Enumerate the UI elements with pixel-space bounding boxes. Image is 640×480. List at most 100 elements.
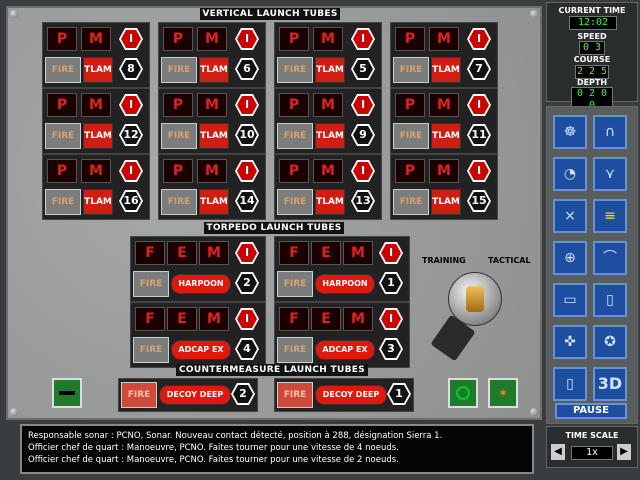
i-indicator: I <box>351 94 375 116</box>
course-label: COURSE <box>573 55 611 64</box>
door-button[interactable]: ▯ <box>553 367 587 401</box>
time-scale-increase-button[interactable]: ▶ <box>617 444 631 460</box>
headphones-icon: ∩ <box>604 124 616 140</box>
vls-tube: P M I FIRE TLAM 13 <box>274 154 382 220</box>
helm-button[interactable]: ☸ <box>553 115 587 149</box>
fire-button[interactable]: FIRE <box>277 382 313 408</box>
message-log: Responsable sonar : PCNO, Sonar. Nouveau… <box>20 424 534 474</box>
i-label: I <box>469 162 489 180</box>
weapon-button[interactable]: HARPOON <box>171 274 231 294</box>
weapon-button[interactable]: ADCAP EX <box>315 340 375 360</box>
star-icon: ✪ <box>604 334 616 350</box>
chart-book-button[interactable]: ▯ <box>593 283 627 317</box>
speed-display: 0 3 <box>579 41 605 55</box>
status-sidebar: CURRENT TIME 12:02 SPEED 0 3 COURSE 2 2 … <box>546 2 638 478</box>
fire-button[interactable]: FIRE <box>277 57 313 83</box>
fire-button[interactable]: FIRE <box>277 337 313 363</box>
fire-button[interactable]: FIRE <box>133 271 169 297</box>
station-buttons: ☸ ∩ ◔ ⋎ ⨯ ≡ ⊕ ⌒ ▭ ▯ ✜ ✪ ▯ 3D PAUSE <box>546 106 638 424</box>
m-indicator: M <box>313 27 343 51</box>
weapon-button[interactable]: HARPOON <box>315 274 375 294</box>
fire-button[interactable]: FIRE <box>45 123 81 149</box>
weapon-button[interactable]: TLAM <box>83 57 113 83</box>
i-label: I <box>353 30 373 48</box>
launch-countermeasure-button[interactable]: ✶ <box>488 378 518 408</box>
weapon-button[interactable]: TLAM <box>83 123 113 149</box>
i-indicator: I <box>351 28 375 50</box>
vls-tube: P M I FIRE TLAM 6 <box>158 22 266 88</box>
vls-tube: P M I FIRE TLAM 16 <box>42 154 150 220</box>
minus-button[interactable] <box>52 378 82 408</box>
gauge-button[interactable]: ◔ <box>553 157 587 191</box>
fire-button[interactable]: FIRE <box>393 57 429 83</box>
book-button[interactable]: ▭ <box>553 283 587 317</box>
status-box: CURRENT TIME 12:02 SPEED 0 3 COURSE 2 2 … <box>546 2 638 113</box>
weapon-button[interactable]: TLAM <box>315 189 345 215</box>
pause-button[interactable]: PAUSE <box>555 403 627 419</box>
weapon-button[interactable]: TLAM <box>83 189 113 215</box>
sonar-waterfall-button[interactable]: ⋎ <box>593 157 627 191</box>
vls-tube: P M I FIRE TLAM 14 <box>158 154 266 220</box>
weapon-button[interactable]: TLAM <box>431 57 461 83</box>
fire-button[interactable]: FIRE <box>45 57 81 83</box>
fire-button[interactable]: FIRE <box>161 189 197 215</box>
crosshair-button[interactable]: ⊕ <box>553 241 587 275</box>
fire-button[interactable]: FIRE <box>45 189 81 215</box>
i-indicator: I <box>351 160 375 182</box>
fire-button[interactable]: FIRE <box>277 271 313 297</box>
tube-number-label: 14 <box>237 192 257 210</box>
compass-button[interactable]: ✜ <box>553 325 587 359</box>
tube-number-label: 11 <box>469 126 489 144</box>
fire-button[interactable]: FIRE <box>161 57 197 83</box>
fire-button[interactable]: FIRE <box>277 123 313 149</box>
weapon-button[interactable]: ADCAP EX <box>171 340 231 360</box>
i-indicator: I <box>235 28 259 50</box>
weapon-button[interactable]: TLAM <box>431 189 461 215</box>
weapon-button[interactable]: TLAM <box>199 189 229 215</box>
tube-number: 13 <box>351 190 375 212</box>
weapon-button[interactable]: TLAM <box>431 123 461 149</box>
tube-number-label: 2 <box>233 385 253 403</box>
torpedo-tube: F E M I FIRE ADCAP EX 4 <box>130 302 266 368</box>
list-button[interactable]: ≡ <box>593 199 627 233</box>
knob-handle <box>466 286 484 312</box>
tube-number: 8 <box>119 58 143 80</box>
target-select-button[interactable] <box>448 378 478 408</box>
fire-button[interactable]: FIRE <box>133 337 169 363</box>
i-label: I <box>353 96 373 114</box>
weapon-button[interactable]: TLAM <box>315 57 345 83</box>
f-indicator: F <box>279 307 309 331</box>
fire-button[interactable]: FIRE <box>161 123 197 149</box>
star-button[interactable]: ✪ <box>593 325 627 359</box>
weapon-button[interactable]: TLAM <box>199 57 229 83</box>
m-indicator: M <box>429 27 459 51</box>
fire-button[interactable]: FIRE <box>393 123 429 149</box>
headphones-button[interactable]: ∩ <box>593 115 627 149</box>
fire-button[interactable]: FIRE <box>277 189 313 215</box>
tube-number-label: 9 <box>353 126 373 144</box>
speed-label: SPEED <box>577 32 607 41</box>
vls-tube: P M I FIRE TLAM 11 <box>390 88 498 154</box>
arc-button[interactable]: ⌒ <box>593 241 627 275</box>
decoy-button[interactable]: DECOY DEEP <box>159 385 231 405</box>
fire-button[interactable]: FIRE <box>393 189 429 215</box>
m-indicator: M <box>81 27 111 51</box>
f-indicator: F <box>135 307 165 331</box>
m-indicator: M <box>429 159 459 183</box>
tube-number-label: 5 <box>353 60 373 78</box>
m-indicator: M <box>197 93 227 117</box>
i-label: I <box>469 96 489 114</box>
weapon-button[interactable]: TLAM <box>315 123 345 149</box>
launch-icon: ✶ <box>497 386 509 400</box>
tube-number: 4 <box>235 338 259 360</box>
3d-view-button[interactable]: 3D <box>593 367 627 401</box>
decoy-button[interactable]: DECOY DEEP <box>315 385 387 405</box>
target-icon <box>456 386 470 400</box>
weapon-button[interactable]: TLAM <box>199 123 229 149</box>
periscope-button[interactable]: ⨯ <box>553 199 587 233</box>
tube-number-label: 8 <box>121 60 141 78</box>
time-scale-decrease-button[interactable]: ◀ <box>551 444 565 460</box>
time-scale-label: TIME SCALE <box>565 431 619 440</box>
fire-button[interactable]: FIRE <box>121 382 157 408</box>
vls-tube: P M I FIRE TLAM 10 <box>158 88 266 154</box>
